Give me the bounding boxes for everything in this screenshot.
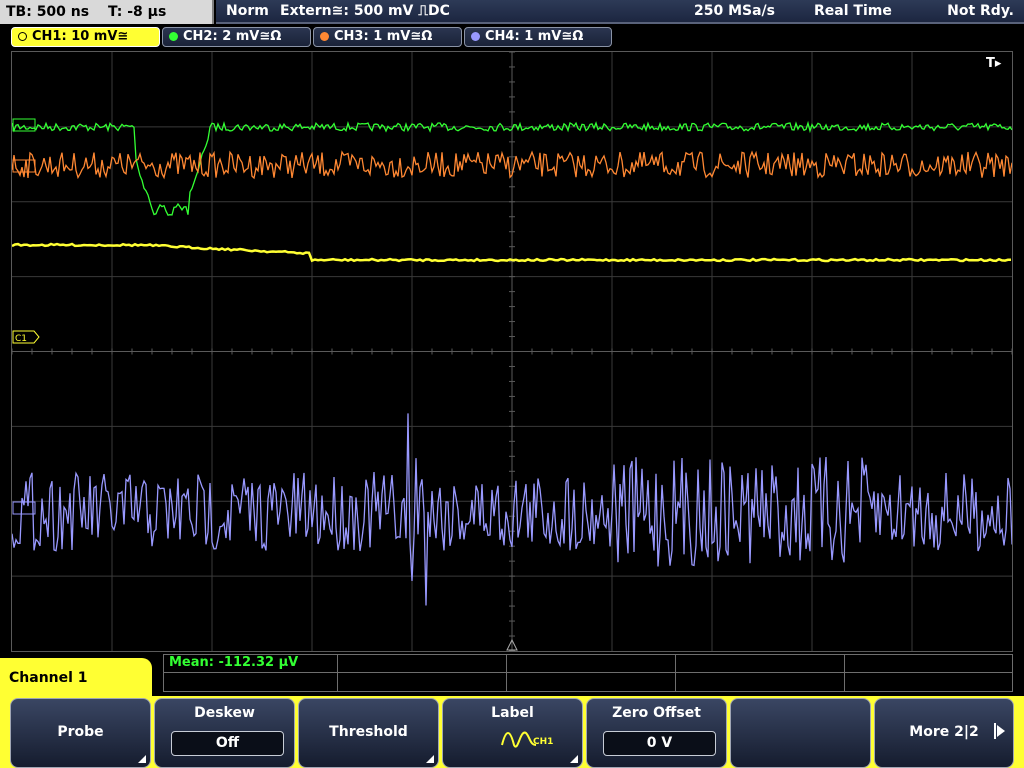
measurement-column-divider — [337, 655, 338, 691]
ch2-color-icon — [169, 32, 178, 41]
sample-rate: 250 MSa/s — [694, 3, 776, 19]
acquisition-state: Not Rdy. — [947, 3, 1014, 19]
tab-ch3[interactable]: CH3: 1 mV≅Ω — [313, 27, 462, 47]
ch4-color-icon — [471, 32, 480, 41]
measurement-column-divider — [675, 655, 676, 691]
probe-button-label: Probe — [57, 724, 104, 740]
trigger-level-marker[interactable]: T▸ — [986, 56, 1002, 71]
submenu-corner-icon — [570, 755, 578, 763]
trigger-source[interactable]: Extern≅: 500 mV ⎍DC — [280, 0, 450, 22]
next-page-arrow-icon — [997, 725, 1005, 737]
trigger-time-value: T: -8 µs — [107, 4, 167, 20]
timebase-box[interactable]: TB: 500 ns T: -8 µs — [0, 0, 214, 24]
label-button-label: Label — [491, 705, 534, 721]
ch1-marker-label: C1 — [15, 334, 27, 344]
submenu-corner-icon — [426, 755, 434, 763]
tab-ch4[interactable]: CH4: 1 mV≅Ω — [464, 27, 612, 47]
zero-offset-value: 0 V — [603, 731, 716, 756]
waveform-canvas: C1 T▸ — [12, 52, 1012, 651]
measurement-divider — [164, 672, 1012, 673]
tab-ch1[interactable]: CH1: 10 mV≅ — [11, 27, 160, 47]
trigger-mode[interactable]: Norm — [226, 0, 269, 22]
empty-softkey[interactable] — [730, 698, 871, 768]
top-status-bar: TB: 500 ns T: -8 µs Norm Extern≅: 500 mV… — [0, 0, 1024, 24]
mean-measurement[interactable]: Mean: -112.32 µV — [169, 655, 298, 670]
channel-tabs: CH1: 10 mV≅ CH2: 2 mV≅Ω CH3: 1 mV≅Ω CH4:… — [0, 26, 1024, 48]
deskew-button-label: Deskew — [194, 705, 255, 721]
threshold-button-label: Threshold — [329, 724, 408, 740]
measurement-column-divider — [506, 655, 507, 691]
next-page-icon — [994, 723, 996, 739]
zero-offset-button[interactable]: Zero Offset 0 V — [586, 698, 727, 768]
label-icon-text: CH1 — [533, 737, 554, 747]
menu-title: Channel 1 — [0, 658, 152, 698]
measurement-panel: Mean: -112.32 µV — [163, 654, 1013, 692]
waveform-label-icon: CH1 — [491, 727, 554, 751]
ch1-color-icon — [18, 32, 27, 41]
deskew-button[interactable]: Deskew Off — [154, 698, 295, 768]
more-button[interactable]: More 2|2 — [874, 698, 1014, 768]
tab-ch2-label: CH2: 2 mV≅Ω — [183, 29, 282, 44]
tab-ch4-label: CH4: 1 mV≅Ω — [485, 29, 584, 44]
waveform-display[interactable]: C1 T▸ — [11, 51, 1013, 652]
submenu-corner-icon — [138, 755, 146, 763]
tab-ch3-label: CH3: 1 mV≅Ω — [334, 29, 433, 44]
ch1-offset-marker[interactable]: C1 — [12, 330, 40, 344]
threshold-button[interactable]: Threshold — [298, 698, 439, 768]
label-button[interactable]: Label CH1 — [442, 698, 583, 768]
acquisition-status-bar: Norm Extern≅: 500 mV ⎍DC 250 MSa/s Real … — [216, 0, 1024, 24]
measurement-column-divider — [844, 655, 845, 691]
tab-ch1-label: CH1: 10 mV≅ — [32, 29, 129, 44]
zero-offset-button-label: Zero Offset — [612, 705, 701, 721]
deskew-value: Off — [171, 731, 284, 756]
ch3-color-icon — [320, 32, 329, 41]
tab-ch2[interactable]: CH2: 2 mV≅Ω — [162, 27, 311, 47]
graticule — [12, 52, 1012, 651]
acquisition-mode: Real Time — [814, 3, 892, 19]
probe-button[interactable]: Probe — [10, 698, 151, 768]
timebase-value: TB: 500 ns — [6, 4, 90, 20]
